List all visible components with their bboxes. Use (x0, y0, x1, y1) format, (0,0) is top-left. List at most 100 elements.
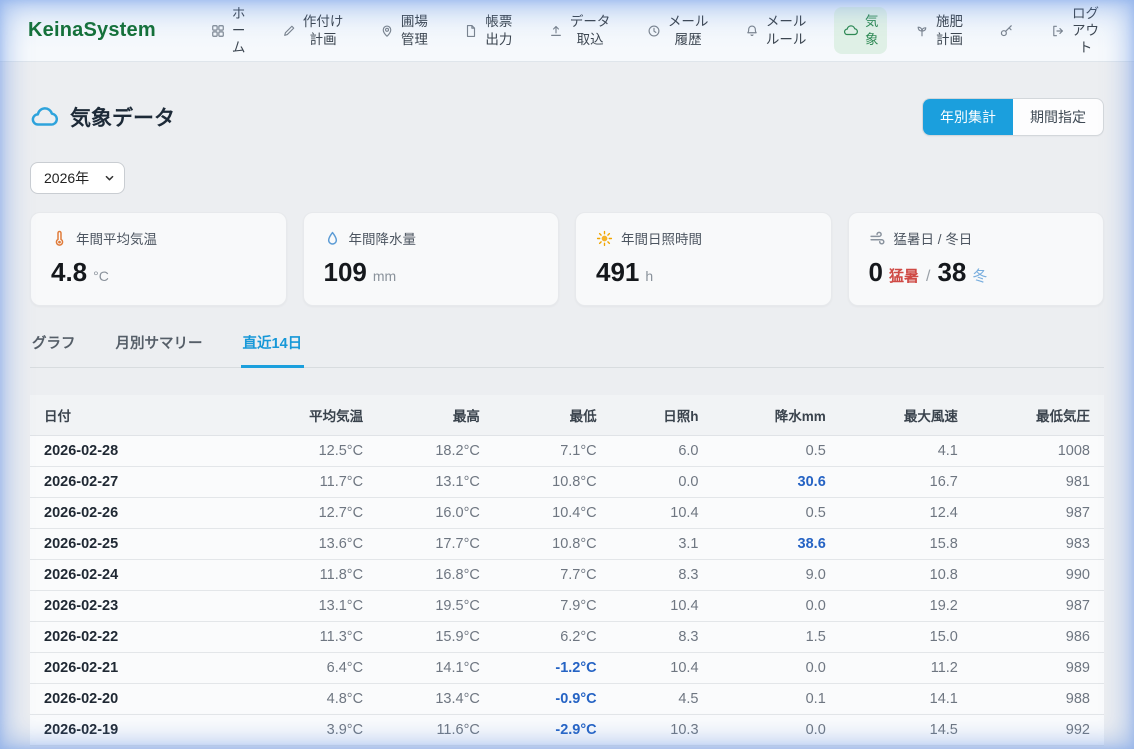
stat-cards: 年間平均気温4.8°C年間降水量109mm年間日照時間491h猛暑日 / 冬日0… (30, 212, 1104, 306)
row-value: 10.4 (611, 591, 713, 622)
stat-card-label: 年間日照時間 (621, 228, 702, 248)
row-value: 14.1°C (377, 653, 494, 684)
nav-item-weather[interactable]: 気 象 (834, 7, 888, 54)
bell-icon (745, 24, 759, 38)
nav-item-planting-plan[interactable]: 作付け 計画 (273, 7, 353, 54)
stat-card-value-part: 38 (937, 257, 966, 288)
wind-icon (869, 230, 886, 247)
table-column-header: 最低 (494, 395, 611, 436)
table-row: 2026-02-2812.5°C18.2°C7.1°C6.00.54.11008 (30, 436, 1104, 467)
history-icon (647, 24, 661, 38)
table-column-header: 最大風速 (840, 395, 972, 436)
stat-card-2: 年間降水量109mm (303, 212, 560, 306)
nav-item-mail-rules[interactable]: メール ルール (736, 7, 816, 54)
row-value: 13.1°C (377, 467, 494, 498)
stat-card-value: 491 (596, 257, 639, 288)
nav-item-label: 作付け 計画 (303, 13, 344, 48)
row-value: 17.7°C (377, 529, 494, 560)
row-value: 1008 (972, 436, 1104, 467)
row-value: 13.4°C (377, 684, 494, 715)
table-column-header: 日照h (611, 395, 713, 436)
row-value: 6.0 (611, 436, 713, 467)
row-value: 14.5 (840, 715, 972, 746)
year-filter-row: 2026年 (30, 162, 1104, 194)
row-value: 0.0 (713, 653, 840, 684)
row-value: 15.0 (840, 622, 972, 653)
table-header: 日付平均気温最高最低日照h降水mm最大風速最低気圧 (30, 395, 1104, 436)
cloud-icon (30, 103, 58, 131)
view-toggle-group: 年別集計期間指定 (922, 98, 1104, 136)
year-select-wrap: 2026年 (30, 162, 125, 194)
table-row: 2026-02-216.4°C14.1°C-1.2°C10.40.011.298… (30, 653, 1104, 684)
row-date: 2026-02-28 (30, 436, 245, 467)
toggle-period-select[interactable]: 期間指定 (1013, 99, 1103, 135)
row-value: 992 (972, 715, 1104, 746)
nav-item-logout[interactable]: ログ アウ ト (1042, 0, 1108, 62)
row-value: 18.2°C (377, 436, 494, 467)
row-value: 11.2 (840, 653, 972, 684)
row-value: 986 (972, 622, 1104, 653)
nav-item-field-management[interactable]: 圃場 管理 (371, 7, 437, 54)
nav-item-report-output[interactable]: 帳票 出力 (455, 7, 521, 54)
row-date: 2026-02-19 (30, 715, 245, 746)
row-value: 983 (972, 529, 1104, 560)
row-date: 2026-02-22 (30, 622, 245, 653)
row-value: 10.8 (840, 560, 972, 591)
thermometer-icon (51, 230, 68, 247)
row-value: 1.5 (713, 622, 840, 653)
table-column-header: 最高 (377, 395, 494, 436)
row-value: 19.2 (840, 591, 972, 622)
nav-item-password[interactable] (990, 17, 1023, 44)
main-content: 気象データ 年別集計期間指定 2026年 年間平均気温4.8°C年間降水量109… (0, 98, 1134, 746)
stat-card-unit: °C (93, 268, 109, 284)
row-value: 987 (972, 498, 1104, 529)
grid-icon (211, 24, 225, 38)
row-value: 0.1 (713, 684, 840, 715)
row-value: 4.8°C (245, 684, 377, 715)
stat-card-label: 猛暑日 / 冬日 (894, 228, 973, 248)
row-value: 16.8°C (377, 560, 494, 591)
document-icon (464, 24, 478, 38)
nav-item-label: 気 象 (865, 13, 879, 48)
row-value: 13.6°C (245, 529, 377, 560)
nav-item-data-import[interactable]: データ 取込 (540, 7, 620, 54)
table-row: 2026-02-2612.7°C16.0°C10.4°C10.40.512.49… (30, 498, 1104, 529)
sun-icon (596, 230, 613, 247)
nav-item-home[interactable]: ホ ー ム (202, 0, 255, 62)
row-value: 10.4 (611, 653, 713, 684)
page-header: 気象データ 年別集計期間指定 (30, 98, 1104, 136)
table-column-header: 平均気温 (245, 395, 377, 436)
seedling-icon (915, 24, 929, 38)
row-value: 8.3 (611, 560, 713, 591)
stat-card-value: 4.8 (51, 257, 87, 288)
table-column-header: 最低気圧 (972, 395, 1104, 436)
row-value: 9.0 (713, 560, 840, 591)
stat-card-value-part: 0 (869, 257, 883, 288)
year-select[interactable]: 2026年 (30, 162, 125, 194)
nav-item-label: 帳票 出力 (485, 13, 512, 48)
row-date: 2026-02-25 (30, 529, 245, 560)
row-value: 4.1 (840, 436, 972, 467)
toggle-yearly-summary[interactable]: 年別集計 (923, 99, 1013, 135)
row-value: 0.5 (713, 436, 840, 467)
stat-card-value-part: 冬 (972, 265, 987, 286)
row-value: 6.2°C (494, 622, 611, 653)
row-value: 11.7°C (245, 467, 377, 498)
stat-card-value-part: 猛暑 (889, 265, 919, 286)
row-value: -0.9°C (494, 684, 611, 715)
tab-monthly-summary[interactable]: 月別サマリー (114, 330, 205, 368)
row-date: 2026-02-26 (30, 498, 245, 529)
tab-graph[interactable]: グラフ (30, 330, 78, 368)
row-value: 12.4 (840, 498, 972, 529)
row-date: 2026-02-27 (30, 467, 245, 498)
tab-recent-14days[interactable]: 直近14日 (241, 330, 305, 368)
row-value: 11.8°C (245, 560, 377, 591)
nav-item-label: 施肥 計画 (936, 13, 963, 48)
nav-item-mail-history[interactable]: メール 履歴 (638, 7, 718, 54)
page-title: 気象データ (70, 102, 175, 132)
table-row: 2026-02-2513.6°C17.7°C10.8°C3.138.615.89… (30, 529, 1104, 560)
nav-item-label: ログ アウ ト (1072, 5, 1099, 57)
row-value: 12.5°C (245, 436, 377, 467)
nav-item-fertilizer-plan[interactable]: 施肥 計画 (906, 7, 972, 54)
row-value: 10.3 (611, 715, 713, 746)
